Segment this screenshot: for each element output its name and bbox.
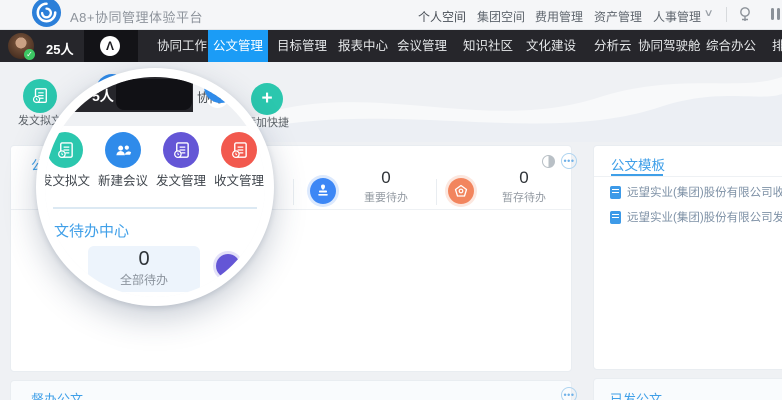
document-icon [56,141,75,160]
template-item-text: 远望实业(集团)股份有限公司发文流程 [627,209,782,225]
tab-reports[interactable]: 报表中心 [338,30,388,62]
doc-template-card: 公文模板 远望实业(集团)股份有限公司收文流程 远望实业(集团)股份有限公司发文… [593,145,782,370]
divider [726,7,727,22]
all-todo-value: 0 [88,248,200,270]
divider [53,207,257,209]
all-todo-label: 全部待办 [88,271,200,288]
important-todo-label: 重要待办 [351,189,421,205]
magnified-app-pill: Λ [116,79,192,110]
top-menu-asset[interactable]: 资产管理 [594,8,642,25]
file-icon [610,211,621,224]
divider [594,176,782,177]
more-icon[interactable]: ••• [561,153,577,169]
sent-doc-title: 已发公文 [610,389,662,400]
tab-collaboration[interactable]: 协同工作 [157,30,207,62]
v5-logo-icon: Λ [100,36,120,56]
tab-cockpit[interactable]: 协同驾驶舱 [638,30,701,62]
video-camera-icon [213,79,228,94]
divider [436,179,437,205]
top-menu-personal-space[interactable]: 个人空间 [418,8,466,25]
add-shortcut-button[interactable]: + [251,83,283,115]
document-icon [172,141,191,160]
sent-doc-card: 已发公文 [593,378,782,400]
saved-todo-label: 暂存待办 [489,189,559,205]
tab-clipped[interactable]: 排 [772,30,782,62]
main-nav-bar: ✓ 25人 Λ 协同工作 公文管理 目标管理 报表中心 会议管理 知识社区 文化… [0,30,782,62]
sent-doc-manage-button[interactable] [163,132,199,168]
tab-official-docs[interactable]: 公文管理 [208,30,268,62]
people-icon [114,141,133,160]
file-icon [610,186,621,199]
seeyon-logo-icon [31,0,62,28]
document-icon [230,141,249,160]
contact-pin-icon[interactable] [736,5,754,23]
template-list-item[interactable]: 远望实业(集团)股份有限公司收文流程 [610,184,782,200]
contrast-icon[interactable] [542,155,555,168]
magnifier-content: 5人 Λ 协同 [45,77,265,297]
app-switcher-pill[interactable]: Λ [84,30,138,62]
app-title: A8+协同管理体验平台 [70,7,203,26]
draft-doc-button[interactable] [47,132,83,168]
tab-analytics[interactable]: 分析云 [594,30,632,62]
top-bar: A8+协同管理体验平台 个人空间 集团空间 费用管理 资产管理 人事管理 ∨ [0,0,782,30]
new-meeting-label: 新建会议 [93,170,153,189]
user-count[interactable]: 25人 [46,39,73,58]
background-waves [240,52,782,142]
all-todo-stat-tile[interactable]: 0 全部待办 [88,246,200,292]
top-menu-expense[interactable]: 费用管理 [535,8,583,25]
plus-icon: + [261,89,272,108]
saved-todo-value: 0 [489,168,559,188]
template-list-item[interactable]: 远望实业(集团)股份有限公司发文流程 [610,209,782,225]
new-meeting-button[interactable] [105,132,141,168]
divider [293,179,294,205]
chevron-down-icon[interactable]: ∨ [704,8,714,19]
notification-icon[interactable] [770,6,782,22]
supervise-doc-card: 督办公文 ••• [10,380,572,400]
tab-meetings[interactable]: 会议管理 [397,30,447,62]
supervise-doc-title: 督办公文 [31,389,83,400]
doc-template-title: 公文模板 [611,154,665,174]
important-todo-value: 0 [351,168,421,188]
a8-portal-page: A8+协同管理体验平台 个人空间 集团空间 费用管理 资产管理 人事管理 ∨ ✓… [0,0,782,400]
online-status-badge: ✓ [24,49,35,60]
stamp-icon [310,178,336,204]
top-menu-hr[interactable]: 人事管理 [653,8,701,25]
seal-icon [448,178,474,204]
todo-stat-icon-partial [216,254,240,278]
received-doc-manage-button[interactable] [221,132,257,168]
top-menu-group-space[interactable]: 集团空间 [477,8,525,25]
meeting-camera-button[interactable] [204,77,237,103]
magnifier-overlay: 5人 Λ 协同 [36,68,274,306]
more-icon[interactable]: ••• [561,387,577,400]
tab-goals[interactable]: 目标管理 [277,30,327,62]
tab-knowledge[interactable]: 知识社区 [463,30,513,62]
tab-culture[interactable]: 文化建设 [526,30,576,62]
draft-doc-label: 发文拟文 [45,170,95,189]
sent-doc-manage-label: 发文管理 [151,170,211,189]
received-doc-manage-label: 收文管理 [209,170,265,189]
tab-general-office[interactable]: 综合办公 [706,30,756,62]
template-item-text: 远望实业(集团)股份有限公司收文流程 [627,184,782,200]
todo-center-title: 公文待办中心 [45,220,129,241]
magnified-user-count: 5人 [92,86,114,106]
